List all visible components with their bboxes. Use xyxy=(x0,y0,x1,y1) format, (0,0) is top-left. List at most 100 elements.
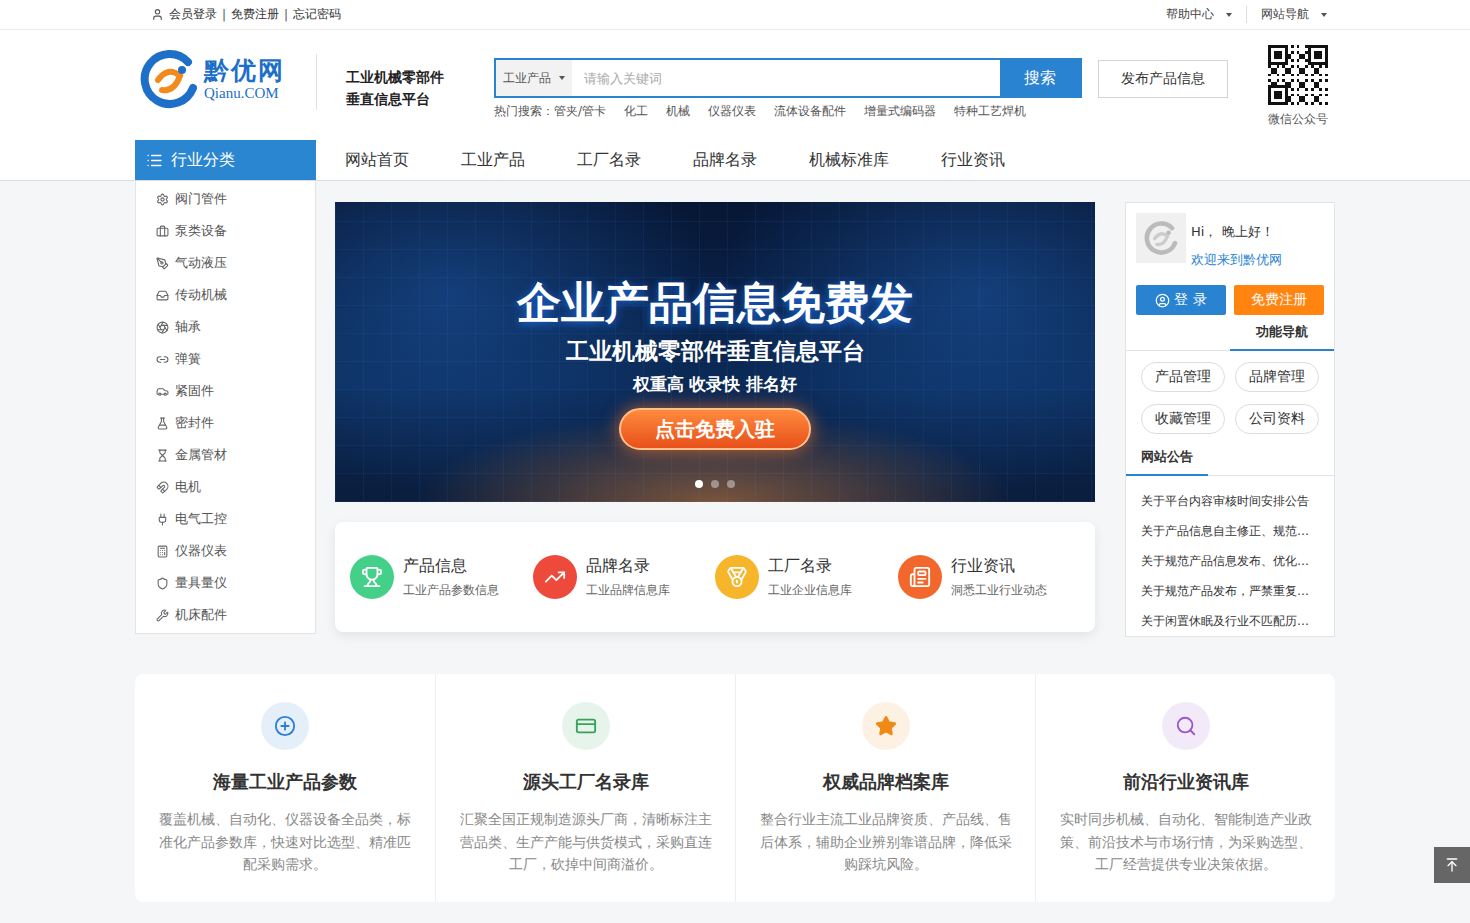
top-bar: 会员登录|免费注册|忘记密码 帮助中心网站导航 xyxy=(0,0,1470,30)
arrow-up-icon xyxy=(1444,857,1460,873)
sidebar-item[interactable]: 阀门管件 xyxy=(136,183,315,215)
publish-button[interactable]: 发布产品信息 xyxy=(1098,60,1228,98)
sidebar-item[interactable]: 弹簧 xyxy=(136,343,315,375)
function-button[interactable]: 公司资料 xyxy=(1235,404,1319,434)
sidebar-item[interactable]: 紧固件 xyxy=(136,375,315,407)
quick-link[interactable]: 工厂名录工业企业信息库 xyxy=(715,555,898,599)
sidebar-item[interactable]: 电机 xyxy=(136,471,315,503)
category-icon xyxy=(156,545,169,558)
banner-button[interactable]: 点击免费入驻 xyxy=(619,408,811,450)
account-link[interactable]: 会员登录 xyxy=(169,6,217,23)
bottom-space xyxy=(0,902,1470,923)
notice-item[interactable]: 关于产品信息自主修正、规范… xyxy=(1141,522,1319,540)
category-icon xyxy=(156,257,169,270)
sidebar-item[interactable]: 轴承 xyxy=(136,311,315,343)
greeting: Hi， 晚上好！ xyxy=(1191,223,1282,241)
search-input[interactable] xyxy=(572,60,1000,96)
sidebar-item[interactable]: 金属管材 xyxy=(136,439,315,471)
notice-item[interactable]: 关于规范产品发布，严禁重复… xyxy=(1141,582,1319,600)
feature-icon xyxy=(875,715,897,737)
notice-list: 关于平台内容审核时间安排公告关于产品信息自主修正、规范… 关于规范产品信息发布、优… xyxy=(1126,476,1334,630)
notice-item[interactable]: 关于闲置休眠及行业不匹配历… xyxy=(1141,612,1319,630)
nav-item[interactable]: 行业资讯 xyxy=(941,150,1005,171)
nav-item[interactable]: 网站首页 xyxy=(345,150,409,171)
notice-head: 网站公告 xyxy=(1126,448,1334,476)
caret-icon xyxy=(559,76,565,80)
sidebar-item[interactable]: 量具量仪 xyxy=(136,567,315,599)
quick-link-desc: 洞悉工业行业动态 xyxy=(951,582,1047,599)
search-button[interactable]: 搜索 xyxy=(1000,60,1080,96)
sidebar-item[interactable]: 泵类设备 xyxy=(136,215,315,247)
function-button[interactable]: 产品管理 xyxy=(1141,362,1225,392)
banner-tagline: 权重高 收录快 排名好 xyxy=(633,373,798,396)
quick-link[interactable]: 产品信息工业产品参数信息 xyxy=(350,555,533,599)
login-button[interactable]: 登 录 xyxy=(1136,285,1226,315)
hot-item[interactable]: 特种工艺焊机 xyxy=(954,103,1026,120)
hot-searches: 热门搜索：管夹/管卡化工机械仪器仪表流体设备配件增量式编码器特种工艺焊机 xyxy=(494,103,1082,120)
center-column: 企业产品信息免费发工业机械零部件垂直信息平台权重高 收录快 排名好点击免费入驻产… xyxy=(335,181,1095,632)
nav-item[interactable]: 工业产品 xyxy=(461,150,525,171)
quick-link-title: 行业资讯 xyxy=(951,556,1047,577)
hot-item[interactable]: 仪器仪表 xyxy=(708,103,756,120)
hot-item[interactable]: 化工 xyxy=(624,103,648,120)
auth-buttons: 登 录免费注册 xyxy=(1126,269,1334,315)
search-category[interactable]: 工业产品 xyxy=(496,60,572,96)
notice-item[interactable]: 关于规范产品信息发布、优化… xyxy=(1141,552,1319,570)
search-area: 工业产品搜索热门搜索：管夹/管卡化工机械仪器仪表流体设备配件增量式编码器特种工艺… xyxy=(494,58,1082,120)
page: 会员登录|免费注册|忘记密码 帮助中心网站导航黔优网Qianu.COM 工业机械零部… xyxy=(0,0,1470,923)
carousel-dot[interactable] xyxy=(695,480,703,488)
feature-desc: 汇聚全国正规制造源头厂商，清晰标注主营品类、生产产能与供货模式，采购直连工厂，砍… xyxy=(458,808,713,876)
notice-item[interactable]: 关于平台内容审核时间安排公告 xyxy=(1141,492,1319,510)
user-panel: Hi， 晚上好！欢迎来到黔优网登 录免费注册功能导航产品管理品牌管理收藏管理公司… xyxy=(1125,202,1335,637)
feature-card: 前沿行业资讯库实时同步机械、自动化、智能制造产业政策、前沿技术与市场行情，为采购… xyxy=(1035,674,1335,902)
function-button[interactable]: 品牌管理 xyxy=(1235,362,1319,392)
header-row: 黔优网Qianu.COM工业机械零部件垂直信息平台工业产品搜索热门搜索：管夹/管… xyxy=(135,30,1335,140)
banner-title: 企业产品信息免费发 xyxy=(517,276,913,330)
sidebar-item[interactable]: 仪器仪表 xyxy=(136,535,315,567)
sidebar-item[interactable]: 电气工控 xyxy=(136,503,315,535)
account-links: 会员登录|免费注册|忘记密码 xyxy=(135,6,341,23)
quick-link-desc: 工业产品参数信息 xyxy=(403,582,499,599)
hot-item[interactable]: 机械 xyxy=(666,103,690,120)
hot-item[interactable]: 流体设备配件 xyxy=(774,103,846,120)
sidebar-item[interactable]: 传动机械 xyxy=(136,279,315,311)
qr-code-icon xyxy=(1268,45,1328,105)
profile: Hi， 晚上好！欢迎来到黔优网 xyxy=(1126,203,1334,269)
main-nav: 网站首页 工业产品 工厂名录 品牌名录 机械标准库 行业资讯 xyxy=(345,140,1005,180)
feature-desc: 覆盖机械、自动化、仪器设备全品类，标准化产品参数库，快速对比选型、精准匹配采购需… xyxy=(157,808,413,876)
sidebar-item[interactable]: 气动液压 xyxy=(136,247,315,279)
quick-link-desc: 工业品牌信息库 xyxy=(586,582,670,599)
back-to-top[interactable] xyxy=(1434,847,1470,883)
nav-item[interactable]: 机械标准库 xyxy=(809,150,889,171)
category-icon xyxy=(156,449,169,462)
banner[interactable]: 企业产品信息免费发工业机械零部件垂直信息平台权重高 收录快 排名好点击免费入驻 xyxy=(335,202,1095,502)
function-button[interactable]: 收藏管理 xyxy=(1141,404,1225,434)
register-button[interactable]: 免费注册 xyxy=(1234,285,1324,315)
logo-icon xyxy=(138,48,200,110)
account-link[interactable]: 免费注册 xyxy=(231,6,279,23)
quick-links: 产品信息工业产品参数信息品牌名录工业品牌信息库工厂名录工业企业信息库行业资讯洞悉… xyxy=(335,522,1095,632)
sidebar-item[interactable]: 机床配件 xyxy=(136,599,315,631)
quick-link[interactable]: 品牌名录工业品牌信息库 xyxy=(533,555,716,599)
carousel-dot[interactable] xyxy=(727,480,735,488)
top-menu[interactable]: 帮助中心 xyxy=(1152,6,1232,23)
carousel-dot[interactable] xyxy=(711,480,719,488)
hot-item[interactable]: 管夹/管卡 xyxy=(554,104,606,118)
account-link[interactable]: 忘记密码 xyxy=(293,6,341,23)
carousel-dots xyxy=(695,480,735,488)
logo-text: 黔优网Qianu.COM xyxy=(204,57,285,101)
nav-item[interactable]: 品牌名录 xyxy=(693,150,757,171)
function-grid: 产品管理品牌管理收藏管理公司资料 xyxy=(1126,351,1334,440)
feature-title: 权威品牌档案库 xyxy=(823,770,949,794)
category-title[interactable]: 行业分类 xyxy=(135,140,316,180)
quick-link[interactable]: 行业资讯洞悉工业行业动态 xyxy=(898,555,1081,599)
feature-title: 海量工业产品参数 xyxy=(213,770,357,794)
sidebar-item[interactable]: 密封件 xyxy=(136,407,315,439)
top-menu[interactable]: 网站导航 xyxy=(1246,6,1327,23)
hot-item[interactable]: 增量式编码器 xyxy=(864,103,936,120)
qr-caption: 微信公众号 xyxy=(1268,111,1328,128)
slogan-line: 工业机械零部件 xyxy=(346,66,470,88)
logo[interactable]: 黔优网Qianu.COM xyxy=(135,48,305,110)
nav-item[interactable]: 工厂名录 xyxy=(577,150,641,171)
quick-link-badge xyxy=(533,555,577,599)
